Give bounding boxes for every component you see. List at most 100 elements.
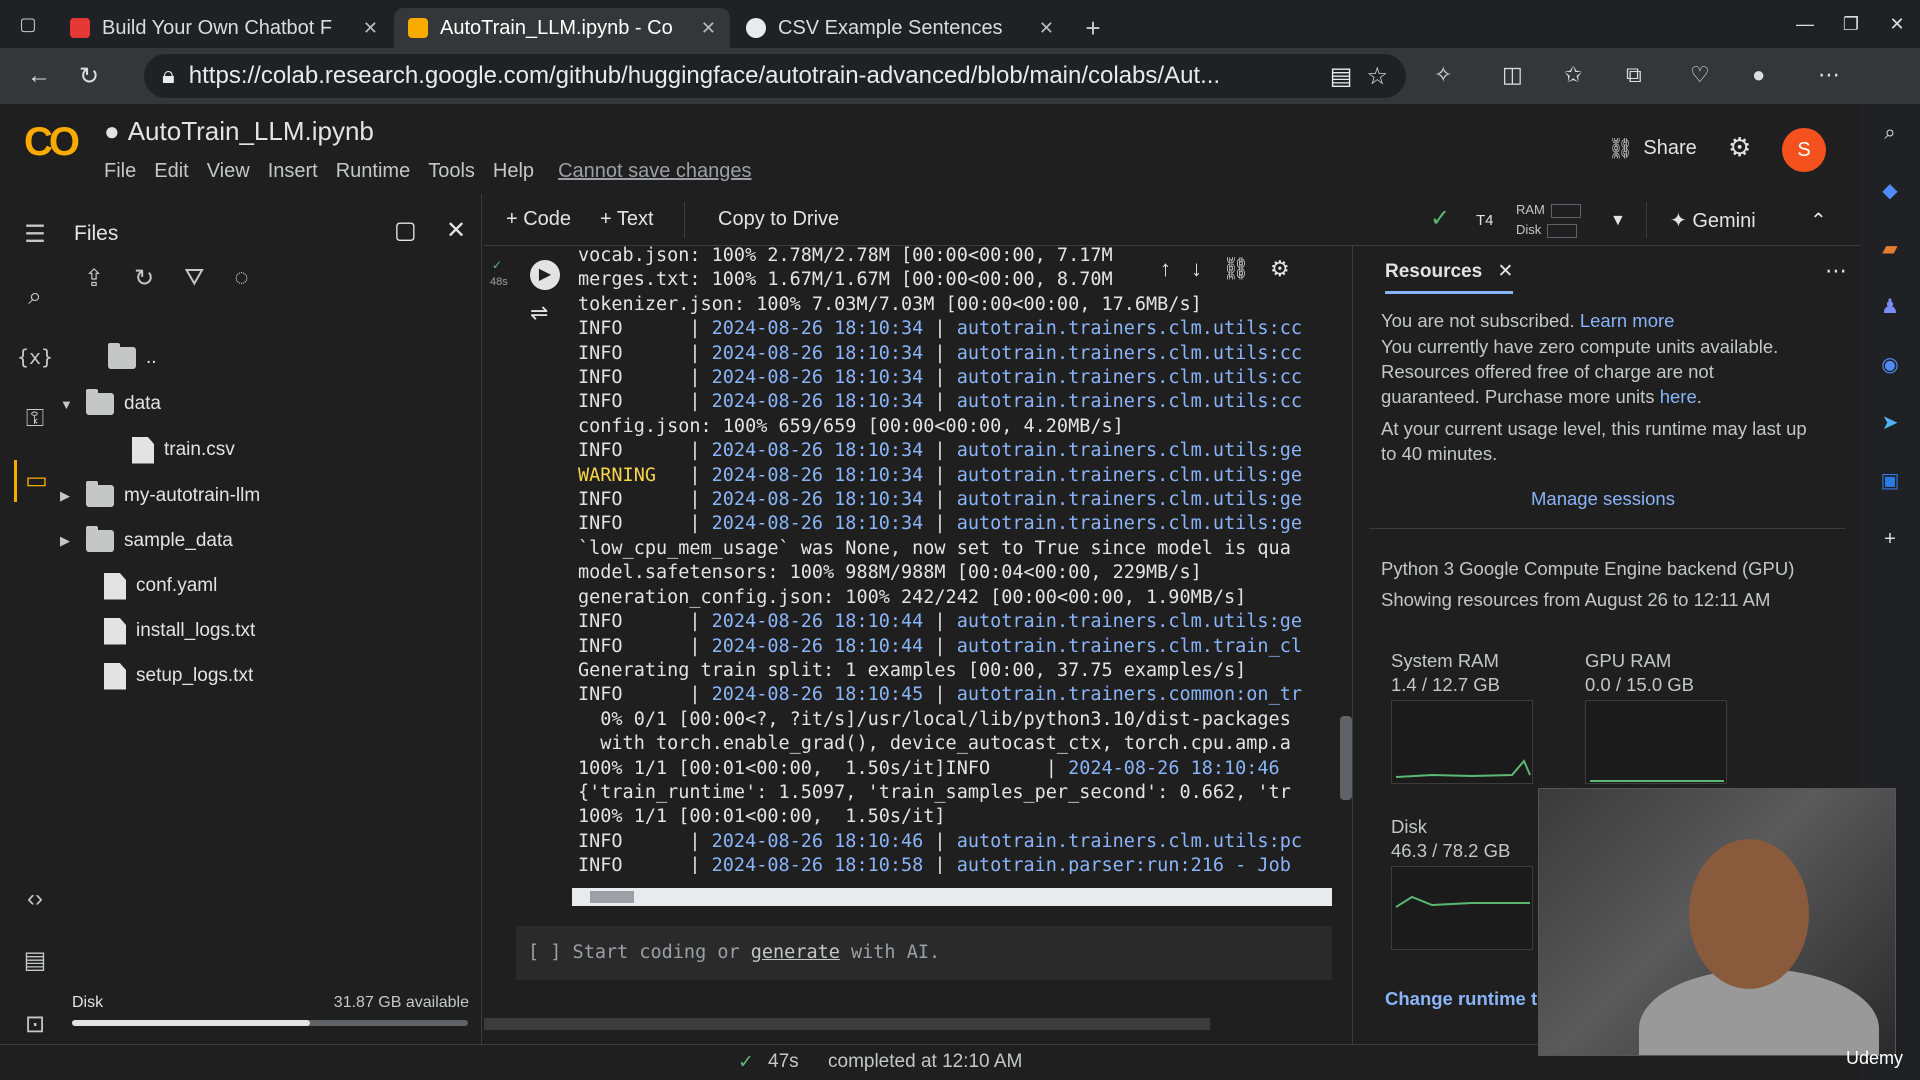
reader-icon[interactable]: ▤ bbox=[1330, 62, 1353, 91]
profile-icon[interactable]: ● bbox=[1752, 62, 1765, 88]
favorites-icon[interactable]: ✩ bbox=[1564, 62, 1582, 88]
generate-link[interactable]: generate bbox=[751, 942, 840, 963]
tree-item-my-autotrain-llm[interactable]: ▶ my-autotrain-llm bbox=[60, 476, 260, 516]
browser-tab-3[interactable]: CSV Example Sentences ✕ bbox=[732, 8, 1068, 48]
move-down-icon[interactable]: ↓ bbox=[1191, 256, 1202, 282]
output-line: INFO | 2024-08-26 18:10:34 | autotrain.tr… bbox=[578, 512, 1334, 536]
chevron-down-icon[interactable]: ▼ bbox=[1610, 212, 1626, 230]
tree-item-parent[interactable]: .. bbox=[82, 338, 157, 378]
move-up-icon[interactable]: ↑ bbox=[1160, 256, 1171, 282]
manage-sessions-link[interactable]: Manage sessions bbox=[1531, 486, 1675, 511]
close-icon[interactable]: ✕ bbox=[701, 18, 716, 39]
add-code-button[interactable]: + Code bbox=[506, 208, 571, 231]
learn-more-link[interactable]: Learn more bbox=[1580, 310, 1675, 331]
games-icon[interactable]: ♟ bbox=[1860, 278, 1920, 336]
table-of-contents-icon[interactable]: ☰ bbox=[14, 214, 56, 256]
menu-file[interactable]: File bbox=[104, 160, 136, 183]
files-folder-icon[interactable]: ▭ bbox=[14, 460, 56, 502]
cannot-save-link[interactable]: Cannot save changes bbox=[558, 160, 751, 183]
empty-code-cell[interactable]: [ ] Start coding or generate with AI. bbox=[516, 926, 1332, 980]
restore-icon[interactable]: ❐ bbox=[1828, 0, 1874, 48]
menu-view[interactable]: View bbox=[207, 160, 250, 183]
extensions-icon[interactable]: ✧ bbox=[1434, 62, 1452, 88]
colab-logo[interactable]: CO bbox=[24, 120, 80, 165]
browser-tab-2[interactable]: AutoTrain_LLM.ipynb - Co ✕ bbox=[394, 8, 730, 48]
secrets-key-icon[interactable]: ⚿ bbox=[14, 398, 56, 440]
tree-item-sample-data[interactable]: ▶ sample_data bbox=[60, 521, 233, 561]
avatar[interactable]: S bbox=[1782, 128, 1826, 172]
close-icon[interactable]: ✕ bbox=[1039, 18, 1054, 39]
terminal-icon[interactable]: ⊡ bbox=[14, 1004, 56, 1046]
new-tab-icon[interactable]: + bbox=[1070, 8, 1116, 48]
more-options-icon[interactable]: ⋯ bbox=[1825, 258, 1847, 284]
log-level: INFO bbox=[578, 635, 623, 657]
tab-actions-icon[interactable]: ▢ bbox=[0, 0, 56, 48]
gemini-button[interactable]: ✦ Gemini bbox=[1670, 208, 1756, 233]
tree-item-data[interactable]: ▼ data bbox=[60, 384, 161, 424]
tree-item-conf-yaml[interactable]: conf.yaml bbox=[104, 566, 217, 606]
reload-icon[interactable]: ↻ bbox=[64, 62, 114, 91]
here-link[interactable]: here bbox=[1660, 386, 1697, 407]
browser-essentials-icon[interactable]: ♡ bbox=[1690, 62, 1710, 88]
telegram-icon[interactable]: ➤ bbox=[1860, 394, 1920, 452]
vertical-scrollbar[interactable] bbox=[1340, 716, 1352, 800]
close-icon[interactable]: ✕ bbox=[363, 18, 378, 39]
search-icon[interactable]: ⌕ bbox=[14, 276, 56, 318]
office-icon[interactable]: ◉ bbox=[1860, 336, 1920, 394]
split-screen-icon[interactable]: ◫ bbox=[1502, 62, 1523, 88]
menu-insert[interactable]: Insert bbox=[268, 160, 318, 183]
minimize-icon[interactable]: — bbox=[1782, 0, 1828, 48]
tools-icon[interactable]: ▰ bbox=[1860, 220, 1920, 278]
open-in-tab-icon[interactable]: ▢ bbox=[394, 216, 417, 245]
url-field[interactable]: 🔒︎ https://colab.research.google.com/git… bbox=[144, 54, 1406, 98]
share-button[interactable]: ⛓ Share bbox=[1608, 136, 1697, 161]
search-icon[interactable]: ⌕ bbox=[1860, 104, 1920, 162]
cell-settings-icon[interactable]: ⚙ bbox=[1270, 256, 1290, 282]
chevron-right-icon[interactable]: ▶ bbox=[60, 533, 76, 549]
output-line: INFO | 2024-08-26 18:10:34 | autotrain.tr… bbox=[578, 342, 1334, 366]
hide-files-icon[interactable]: ◌ bbox=[234, 264, 248, 293]
run-cell-icon[interactable]: ▶ bbox=[530, 260, 560, 290]
refresh-icon[interactable]: ↻ bbox=[134, 264, 154, 293]
shopping-icon[interactable]: ◆ bbox=[1860, 162, 1920, 220]
more-icon[interactable]: ⋯ bbox=[1818, 62, 1840, 88]
add-icon[interactable]: + bbox=[1860, 510, 1920, 568]
add-text-button[interactable]: + Text bbox=[600, 208, 654, 231]
settings-gear-icon[interactable]: ⚙ bbox=[1728, 132, 1751, 163]
mount-drive-icon[interactable]: ⛛ bbox=[184, 264, 204, 293]
upload-file-icon[interactable]: ⇪ bbox=[84, 264, 104, 293]
tab-resources[interactable]: Resources ✕ bbox=[1385, 260, 1514, 294]
chevron-right-icon[interactable]: ▶ bbox=[60, 488, 76, 504]
back-icon[interactable]: ← bbox=[14, 62, 64, 90]
variables-icon[interactable]: {x} bbox=[14, 336, 56, 378]
chevron-up-icon[interactable]: ⌃ bbox=[1810, 208, 1827, 233]
close-panel-icon[interactable]: ✕ bbox=[446, 216, 466, 245]
tree-item-install-logs[interactable]: install_logs.txt bbox=[104, 611, 255, 651]
browser-tab-1[interactable]: Build Your Own Chatbot F ✕ bbox=[56, 8, 392, 48]
collections-icon[interactable]: ⧉ bbox=[1626, 62, 1642, 88]
menu-tools[interactable]: Tools bbox=[428, 160, 475, 183]
change-runtime-link[interactable]: Change runtime t bbox=[1385, 986, 1537, 1011]
output-line: INFO | 2024-08-26 18:10:44 | autotrain.tr… bbox=[578, 610, 1334, 634]
star-icon[interactable]: ☆ bbox=[1366, 62, 1388, 91]
tree-item-setup-logs[interactable]: setup_logs.txt bbox=[104, 656, 253, 696]
output-actions-icon[interactable]: ⇌ bbox=[530, 300, 548, 326]
close-window-icon[interactable]: ✕ bbox=[1874, 0, 1920, 48]
code-snippets-icon[interactable]: ‹› bbox=[14, 878, 56, 920]
notebook-hscroll[interactable] bbox=[484, 1018, 1210, 1030]
outlook-icon[interactable]: ▣ bbox=[1860, 452, 1920, 510]
link-icon[interactable]: ⛓ bbox=[1222, 256, 1250, 282]
scrollbar-thumb[interactable] bbox=[590, 891, 634, 903]
menu-edit[interactable]: Edit bbox=[154, 160, 188, 183]
tree-item-train-csv[interactable]: train.csv bbox=[132, 430, 235, 470]
command-palette-icon[interactable]: ▤ bbox=[14, 940, 56, 982]
menu-help[interactable]: Help bbox=[493, 160, 534, 183]
menu-runtime[interactable]: Runtime bbox=[336, 160, 410, 183]
output-line: 100% 1/1 [00:01<00:00, 1.50s/it] bbox=[578, 806, 946, 828]
notebook-title[interactable]: ● AutoTrain_LLM.ipynb bbox=[104, 116, 374, 147]
close-icon[interactable]: ✕ bbox=[1497, 261, 1513, 282]
output-horizontal-scrollbar[interactable] bbox=[572, 888, 1332, 906]
chevron-down-icon[interactable]: ▼ bbox=[60, 397, 76, 412]
copy-to-drive-button[interactable]: Copy to Drive bbox=[718, 208, 839, 231]
ram-disk-indicator[interactable]: RAM Disk bbox=[1516, 200, 1581, 240]
